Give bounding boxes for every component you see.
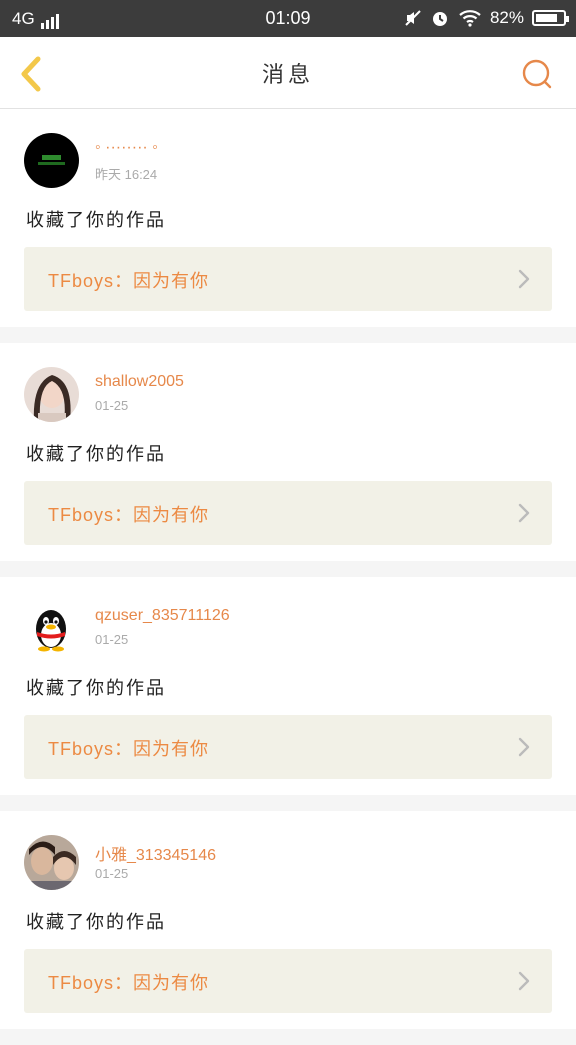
avatar[interactable] xyxy=(24,835,79,890)
message-card: shallow2005 01-25 收藏了你的作品 TFboys：因为有你 xyxy=(0,343,576,561)
avatar[interactable] xyxy=(24,133,79,188)
message-card: ◦ ········ ◦ 昨天 16:24 收藏了你的作品 TFboys：因为有你 xyxy=(0,109,576,327)
action-text: 收藏了你的作品 xyxy=(26,912,166,933)
chevron-right-icon xyxy=(518,503,530,523)
message-card: qzuser_835711126 01-25 收藏了你的作品 TFboys：因为有你 xyxy=(0,577,576,795)
battery-percent: 82% xyxy=(489,8,524,27)
work-link[interactable]: TFboys：因为有你 xyxy=(24,949,552,1013)
message-card: 小雅_313345146 01-25 收藏了你的作品 TFboys：因为有你 xyxy=(0,811,576,1029)
work-link[interactable]: TFboys：因为有你 xyxy=(24,247,552,311)
work-title: TFboys：因为有你 xyxy=(48,505,210,525)
work-title: TFboys：因为有你 xyxy=(48,973,210,993)
work-title: TFboys：因为有你 xyxy=(48,271,210,291)
wifi-icon xyxy=(459,10,481,27)
status-bar: 4G 01:09 82% xyxy=(0,0,576,37)
page-title: 消息 xyxy=(261,63,314,88)
timestamp: 01-25 xyxy=(95,398,129,413)
timestamp: 01-25 xyxy=(95,866,129,881)
alarm-icon xyxy=(432,12,447,26)
timestamp: 01-25 xyxy=(95,632,129,647)
message-list: ◦ ········ ◦ 昨天 16:24 收藏了你的作品 TFboys：因为有你 sh… xyxy=(0,109,576,1045)
chevron-right-icon xyxy=(518,269,530,289)
avatar[interactable] xyxy=(24,367,79,422)
battery-fill xyxy=(536,14,557,22)
top-navigation: 消息 xyxy=(0,37,576,109)
username[interactable]: shallow2005 xyxy=(95,373,184,391)
action-text: 收藏了你的作品 xyxy=(26,678,166,699)
timestamp: 昨天 16:24 xyxy=(95,167,158,182)
username[interactable]: 小雅_313345146 xyxy=(95,841,216,865)
action-text: 收藏了你的作品 xyxy=(26,444,166,465)
battery-icon xyxy=(532,10,569,26)
work-link[interactable]: TFboys：因为有你 xyxy=(24,481,552,545)
search-icon[interactable] xyxy=(520,57,554,91)
username[interactable]: qzuser_835711126 xyxy=(95,607,230,625)
avatar[interactable] xyxy=(24,601,79,656)
chevron-right-icon xyxy=(518,737,530,757)
username[interactable]: ◦ ········ ◦ xyxy=(95,139,158,157)
work-title: TFboys：因为有你 xyxy=(48,739,210,759)
mute-icon xyxy=(405,10,421,26)
chevron-right-icon xyxy=(518,971,530,991)
work-link[interactable]: TFboys：因为有你 xyxy=(24,715,552,779)
action-text: 收藏了你的作品 xyxy=(26,210,166,231)
